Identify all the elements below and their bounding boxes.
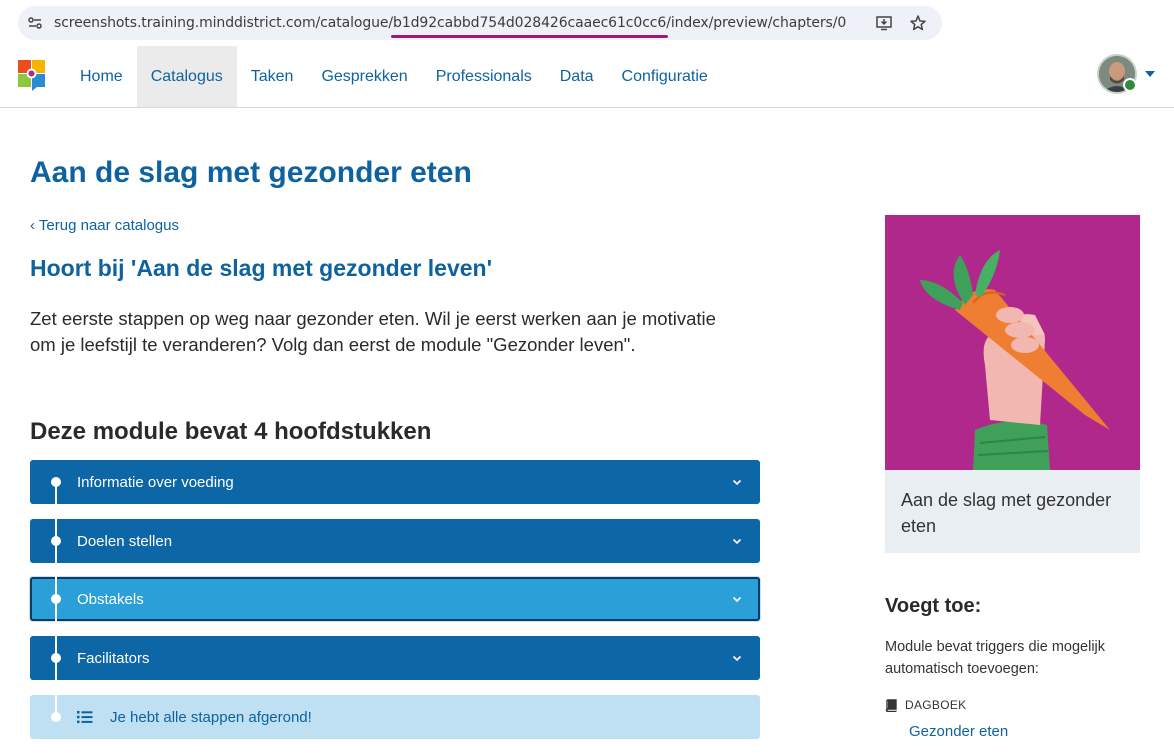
all-steps-completed-banner: Je hebt alle stappen afgerond! <box>30 695 760 739</box>
nav-home-label: Home <box>80 67 123 85</box>
site-settings-icon[interactable] <box>24 12 46 34</box>
page-title: Aan de slag met gezonder eten <box>30 156 472 189</box>
chapter-informatie-over-voeding[interactable]: Informatie over voeding <box>30 460 760 504</box>
diary-label: DAGBOEK <box>885 698 966 712</box>
chapter-label: Facilitators <box>77 649 150 667</box>
timeline-dot <box>51 653 61 663</box>
nav-gesprekken[interactable]: Gesprekken <box>307 46 421 107</box>
back-link-label: Terug naar catalogus <box>38 217 179 234</box>
chevron-down-icon <box>732 596 742 603</box>
bookmark-star-icon[interactable] <box>908 13 928 33</box>
adds-heading: Voegt toe: <box>885 595 982 617</box>
chevron-left-icon: ‹ <box>30 217 39 234</box>
timeline-dot <box>51 477 61 487</box>
address-bar[interactable]: screenshots.training.minddistrict.com/ca… <box>18 6 942 40</box>
nav-taken[interactable]: Taken <box>237 46 308 107</box>
chapter-label: Informatie over voeding <box>77 473 234 491</box>
module-description: Zet eerste stappen op weg naar gezonder … <box>30 308 716 355</box>
nav-configuratie[interactable]: Configuratie <box>608 46 722 107</box>
minddistrict-logo[interactable] <box>17 59 47 91</box>
url-prefix: screenshots.training.minddistrict.com/ca… <box>54 15 394 31</box>
chapter-doelen-stellen[interactable]: Doelen stellen <box>30 519 760 563</box>
chevron-down-icon <box>732 479 742 486</box>
nav-gesprekken-label: Gesprekken <box>321 67 408 85</box>
url-suffix: /index/preview/chapters/0 <box>666 15 847 31</box>
install-app-icon[interactable] <box>874 13 894 33</box>
url-text: screenshots.training.minddistrict.com/ca… <box>54 15 846 31</box>
chapter-obstakels[interactable]: Obstakels <box>30 577 760 621</box>
completed-text: Je hebt alle stappen afgerond! <box>110 708 312 726</box>
belongs-to-heading: Hoort bij 'Aan de slag met gezonder leve… <box>30 255 493 281</box>
chapter-label: Obstakels <box>77 590 144 608</box>
nav-data[interactable]: Data <box>546 46 608 107</box>
nav-data-label: Data <box>559 67 594 85</box>
module-card-title: Aan de slag met gezonder eten <box>901 490 1112 536</box>
chevron-down-icon <box>732 655 742 662</box>
module-illustration <box>885 215 1140 470</box>
url-module-id: b1d92cabbd754d028426caaec61c0cc6 <box>393 15 667 31</box>
timeline-dot <box>51 536 61 546</box>
nav-professionals[interactable]: Professionals <box>422 46 546 107</box>
nav-catalogus[interactable]: Catalogus <box>136 46 237 107</box>
nav-catalogus-label: Catalogus <box>150 67 223 85</box>
nav-home[interactable]: Home <box>66 46 137 107</box>
adds-description: Module bevat triggers die mogelijk autom… <box>885 639 1106 677</box>
book-icon <box>885 698 897 712</box>
top-navigation: Home Catalogus Taken Gesprekken Professi… <box>0 46 1174 108</box>
user-menu-caret-icon[interactable] <box>1145 71 1155 77</box>
module-card: Aan de slag met gezonder eten <box>885 215 1140 553</box>
nav-configuratie-label: Configuratie <box>621 67 708 85</box>
diary-label-text: DAGBOEK <box>905 698 967 712</box>
chevron-down-icon <box>732 538 742 545</box>
chapter-facilitators[interactable]: Facilitators <box>30 636 760 680</box>
timeline-dot <box>51 712 61 722</box>
back-to-catalogue-link[interactable]: ‹ Terug naar catalogus <box>30 217 179 234</box>
list-icon <box>77 711 93 724</box>
chapter-label: Doelen stellen <box>77 532 173 550</box>
diary-gezonder-eten-link[interactable]: Gezonder eten <box>909 723 1008 740</box>
nav-taken-label: Taken <box>250 67 294 85</box>
chapters-heading: Deze module bevat 4 hoofdstukken <box>30 418 432 445</box>
timeline-dot <box>51 594 61 604</box>
user-status-badge-icon <box>1123 78 1137 92</box>
nav-professionals-label: Professionals <box>435 67 532 85</box>
